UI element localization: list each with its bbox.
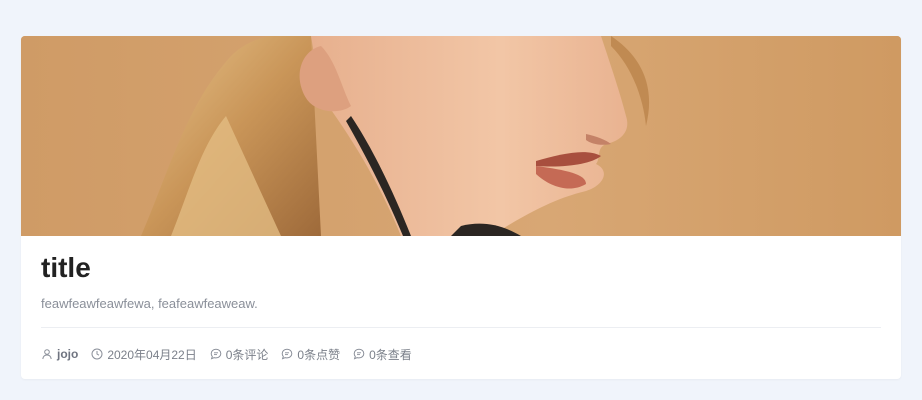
post-card[interactable]: title feawfeawfeawfewa, feafeawfeaweaw. … (21, 36, 901, 379)
meta-views: 0条查看 (353, 346, 412, 363)
date-text: 2020年04月22日 (107, 347, 197, 362)
meta-comments[interactable]: 0条评论 (210, 346, 269, 363)
post-meta: jojo 2020年04月22日 0条评论 0条点赞 0条查看 (41, 345, 425, 363)
likes-count[interactable]: 0条点赞 (297, 346, 340, 363)
meta-date: 2020年04月22日 (91, 346, 197, 363)
divider (41, 327, 881, 328)
comment-icon (281, 348, 293, 360)
meta-likes[interactable]: 0条点赞 (281, 346, 340, 363)
author-name[interactable]: jojo (57, 347, 78, 361)
comments-count[interactable]: 0条评论 (226, 346, 269, 363)
views-count: 0条查看 (369, 347, 412, 362)
clock-icon (91, 348, 103, 360)
cover-image[interactable] (21, 36, 901, 236)
meta-author[interactable]: jojo (41, 347, 78, 361)
user-icon (41, 348, 53, 360)
comment-icon (353, 348, 365, 360)
post-description: feawfeawfeawfewa, feafeawfeaweaw. (41, 296, 258, 311)
comment-icon (210, 348, 222, 360)
post-title[interactable]: title (41, 250, 91, 286)
